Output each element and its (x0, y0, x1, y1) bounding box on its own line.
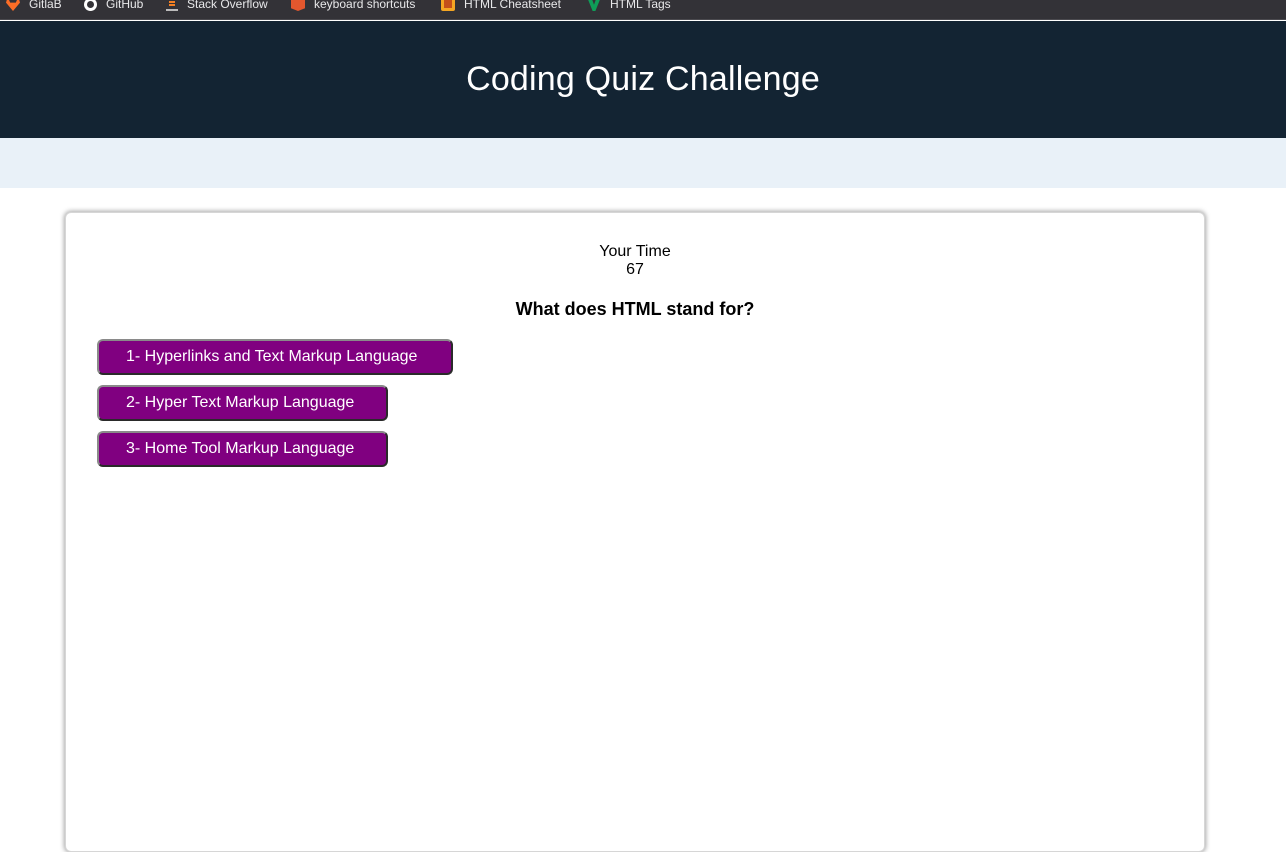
answer-button-2[interactable]: 2- Hyper Text Markup Language (97, 385, 388, 421)
quiz-card: Your Time 67 What does HTML stand for? 1… (65, 212, 1205, 852)
stack-overflow-icon (166, 0, 178, 11)
gitlab-icon (6, 0, 20, 11)
bookmark-html-tags[interactable]: HTML Tags (587, 0, 671, 13)
bookmark-label: GitlaB (29, 0, 62, 11)
html-cheatsheet-icon (441, 0, 455, 11)
bookmarks-bar: GitlaB GitHub Stack Overflow keyboard sh… (0, 0, 1286, 20)
answer-list: 1- Hyperlinks and Text Markup Language 2… (97, 339, 453, 477)
page-header: Coding Quiz Challenge (0, 21, 1286, 138)
bookmark-stack-overflow[interactable]: Stack Overflow (166, 0, 268, 13)
bookmark-label: Stack Overflow (187, 0, 268, 11)
bookmark-label: keyboard shortcuts (314, 0, 416, 11)
answer-button-1[interactable]: 1- Hyperlinks and Text Markup Language (97, 339, 453, 375)
sub-header-band (0, 138, 1286, 188)
bookmark-html-cheatsheet[interactable]: HTML Cheatsheet (441, 0, 561, 13)
page-title: Coding Quiz Challenge (466, 60, 820, 98)
bookmark-label: HTML Tags (610, 0, 671, 11)
bookmark-gitlab[interactable]: GitlaB (6, 0, 62, 13)
timer-value: 67 (626, 261, 644, 278)
keyboard-shortcuts-icon (291, 0, 305, 11)
bookmark-label: GitHub (106, 0, 144, 11)
bookmark-keyboard-shortcuts[interactable]: keyboard shortcuts (291, 0, 415, 13)
bookmark-label: HTML Cheatsheet (464, 0, 561, 11)
html-tags-icon (587, 0, 601, 11)
timer-label: Your Time (599, 243, 671, 260)
answer-button-3[interactable]: 3- Home Tool Markup Language (97, 431, 388, 467)
bookmark-github[interactable]: GitHub (84, 0, 143, 13)
question-text: What does HTML stand for? (515, 299, 755, 319)
github-icon (84, 0, 97, 11)
timer: Your Time 67 (66, 243, 1204, 279)
